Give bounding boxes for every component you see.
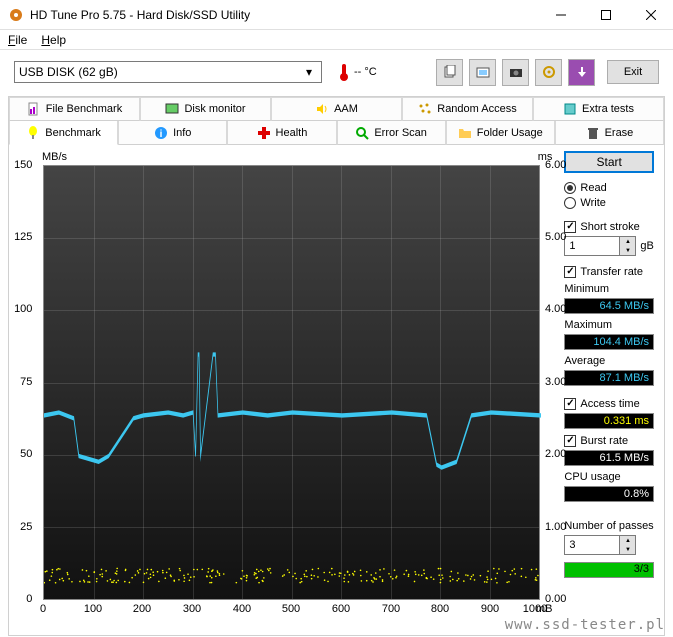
settings-button[interactable] (535, 59, 562, 86)
access-time-value: 0.331 ms (564, 413, 654, 429)
tab-file-benchmark[interactable]: File Benchmark (9, 97, 140, 121)
menu-file[interactable]: File (8, 33, 27, 47)
maximize-button[interactable] (583, 0, 628, 29)
tab-row-1: File Benchmark Disk monitor AAM Random A… (9, 97, 664, 121)
side-panel: Start Read Write Short stroke ▲▼ gB Tran… (556, 151, 660, 631)
average-label: Average (564, 355, 654, 367)
maximum-label: Maximum (564, 319, 654, 331)
app-icon (8, 7, 24, 23)
svg-text:i: i (160, 129, 163, 140)
chart-area: MB/s ms 1501251007550250 6.005.004.003.0… (17, 151, 556, 631)
tabs-container: File Benchmark Disk monitor AAM Random A… (8, 96, 665, 636)
tab-benchmark[interactable]: Benchmark (9, 121, 118, 145)
read-radio-row[interactable]: Read (564, 182, 654, 194)
passes-label: Number of passes (564, 520, 654, 532)
y-left-unit: MB/s (42, 151, 67, 163)
write-radio[interactable] (564, 197, 576, 209)
burst-rate-value: 61.5 MB/s (564, 450, 654, 466)
close-button[interactable] (628, 0, 673, 29)
tab-erase[interactable]: Erase (555, 121, 664, 145)
window-controls (538, 0, 673, 29)
tab-aam[interactable]: AAM (271, 97, 402, 121)
tab-error-scan[interactable]: Error Scan (337, 121, 446, 145)
menu-help[interactable]: Help (41, 33, 66, 47)
minimum-value: 64.5 MB/s (564, 298, 654, 314)
transfer-rate-checkbox[interactable] (564, 266, 576, 278)
spin-down-2[interactable]: ▼ (620, 545, 635, 554)
benchmark-content: MB/s ms 1501251007550250 6.005.004.003.0… (9, 145, 664, 635)
access-time-checkbox[interactable] (564, 398, 576, 410)
tab-folder-usage[interactable]: Folder Usage (446, 121, 555, 145)
tab-row-2: Benchmark iInfo Health Error Scan Folder… (9, 121, 664, 145)
passes-input[interactable]: ▲▼ (564, 535, 654, 555)
drive-select-value: USB DISK (62 gB) (19, 65, 118, 79)
thermometer-icon (338, 62, 350, 82)
spin-up-2[interactable]: ▲ (620, 536, 635, 545)
minimum-label: Minimum (564, 283, 654, 295)
copy-info-button[interactable] (436, 59, 463, 86)
short-stroke-row[interactable]: Short stroke (564, 221, 654, 233)
spin-up[interactable]: ▲ (620, 237, 635, 246)
screenshot-button[interactable] (502, 59, 529, 86)
cpu-value: 0.8% (564, 486, 654, 502)
progress-bar: 3/3 (564, 562, 654, 578)
x-unit: mB (536, 603, 553, 615)
drive-select[interactable]: USB DISK (62 gB) ▾ (14, 61, 322, 83)
short-stroke-input[interactable]: ▲▼ (564, 236, 636, 256)
tab-disk-monitor[interactable]: Disk monitor (140, 97, 271, 121)
tab-info[interactable]: iInfo (118, 121, 227, 145)
read-radio[interactable] (564, 182, 576, 194)
transfer-rate-row[interactable]: Transfer rate (564, 266, 654, 278)
access-time-row[interactable]: Access time (564, 398, 654, 410)
chevron-down-icon: ▾ (301, 65, 317, 79)
watermark: www.ssd-tester.pl (505, 617, 665, 633)
toolbar: USB DISK (62 gB) ▾ -- °C Exit (0, 50, 673, 94)
tab-health[interactable]: Health (227, 121, 336, 145)
temperature-value: -- °C (354, 66, 377, 78)
cpu-label: CPU usage (564, 471, 654, 483)
burst-rate-checkbox[interactable] (564, 435, 576, 447)
progress-text: 3/3 (634, 563, 649, 575)
write-radio-row[interactable]: Write (564, 197, 654, 209)
menubar: File Help (0, 30, 673, 50)
average-value: 87.1 MB/s (564, 370, 654, 386)
start-button[interactable]: Start (564, 151, 654, 173)
save-button[interactable] (568, 59, 595, 86)
minimize-button[interactable] (538, 0, 583, 29)
copy-screenshot-button[interactable] (469, 59, 496, 86)
burst-rate-row[interactable]: Burst rate (564, 435, 654, 447)
exit-button[interactable]: Exit (607, 60, 659, 84)
maximum-value: 104.4 MB/s (564, 334, 654, 350)
access-time-dots (44, 166, 541, 601)
window-title: HD Tune Pro 5.75 - Hard Disk/SSD Utility (30, 8, 538, 22)
tab-extra-tests[interactable]: Extra tests (533, 97, 664, 121)
temperature-display: -- °C (338, 62, 377, 82)
tab-random-access[interactable]: Random Access (402, 97, 533, 121)
chart-canvas (43, 165, 540, 600)
spin-down[interactable]: ▼ (620, 246, 635, 255)
titlebar: HD Tune Pro 5.75 - Hard Disk/SSD Utility (0, 0, 673, 30)
